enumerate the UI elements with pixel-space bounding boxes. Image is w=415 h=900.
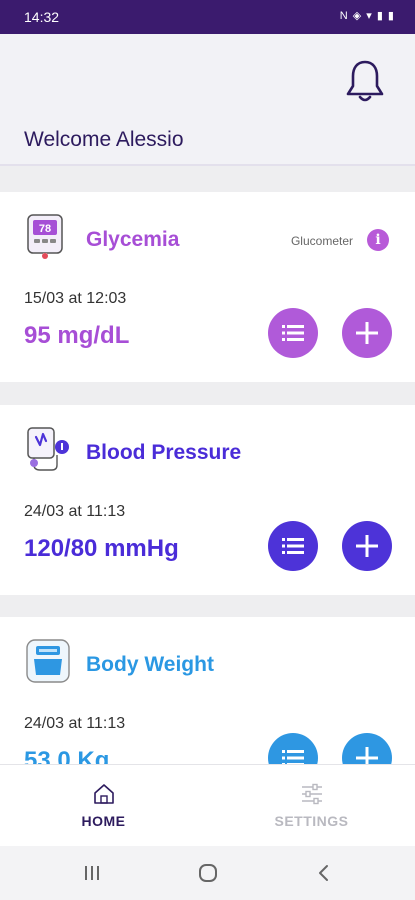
blood-pressure-monitor-icon xyxy=(27,427,69,471)
divider xyxy=(0,164,415,166)
reading-date: 24/03 at 11:13 xyxy=(24,503,126,520)
info-icon[interactable]: i xyxy=(367,229,389,251)
reading-value: 95 mg/dL xyxy=(24,322,130,349)
status-time: 14:32 xyxy=(24,9,60,25)
glucometer-reading: 78 xyxy=(39,223,51,235)
home-circle-icon[interactable] xyxy=(196,861,220,885)
card-title-body-weight: Body Weight xyxy=(86,653,214,676)
scale-icon xyxy=(26,639,70,683)
back-icon[interactable] xyxy=(312,861,336,885)
add-reading-button[interactable] xyxy=(342,308,392,358)
tab-home[interactable]: HOME xyxy=(0,765,207,847)
blood-pressure-card: Blood Pressure 24/03 at 11:13 120/80 mmH… xyxy=(0,405,415,595)
reading-date: 24/03 at 11:13 xyxy=(24,715,126,732)
status-icons: N ◈ ▾ ▮ ▮ xyxy=(339,10,395,22)
status-bar: 14:32 N ◈ ▾ ▮ ▮ xyxy=(0,0,415,34)
sliders-icon xyxy=(301,783,322,805)
bell-icon[interactable] xyxy=(345,58,385,104)
recent-apps-icon[interactable] xyxy=(80,861,104,885)
list-icon xyxy=(282,325,304,341)
glycemia-card: 78 Glycemia Glucometer i 15/03 at 12:03 … xyxy=(0,192,415,382)
system-navigation-bar xyxy=(0,846,415,900)
bottom-tab-bar: HOME SETTINGS xyxy=(0,764,415,846)
home-icon xyxy=(93,784,114,804)
reading-date: 15/03 at 12:03 xyxy=(24,290,127,307)
card-title-glycemia: Glycemia xyxy=(86,228,180,251)
add-reading-button[interactable] xyxy=(342,521,392,571)
history-list-button[interactable] xyxy=(268,308,318,358)
tab-settings[interactable]: SETTINGS xyxy=(208,765,415,847)
tab-settings-label: SETTINGS xyxy=(274,813,349,829)
header: Welcome Alessio xyxy=(0,34,415,166)
history-list-button[interactable] xyxy=(268,521,318,571)
plus-icon xyxy=(356,535,378,557)
plus-icon xyxy=(356,322,378,344)
reading-value: 120/80 mmHg xyxy=(24,535,179,562)
device-label: Glucometer xyxy=(290,234,353,248)
tab-home-label: HOME xyxy=(81,813,126,829)
glucometer-icon: 78 xyxy=(27,214,63,259)
card-title-blood-pressure: Blood Pressure xyxy=(86,441,242,464)
welcome-text: Welcome Alessio xyxy=(24,128,184,151)
list-icon xyxy=(282,538,304,554)
